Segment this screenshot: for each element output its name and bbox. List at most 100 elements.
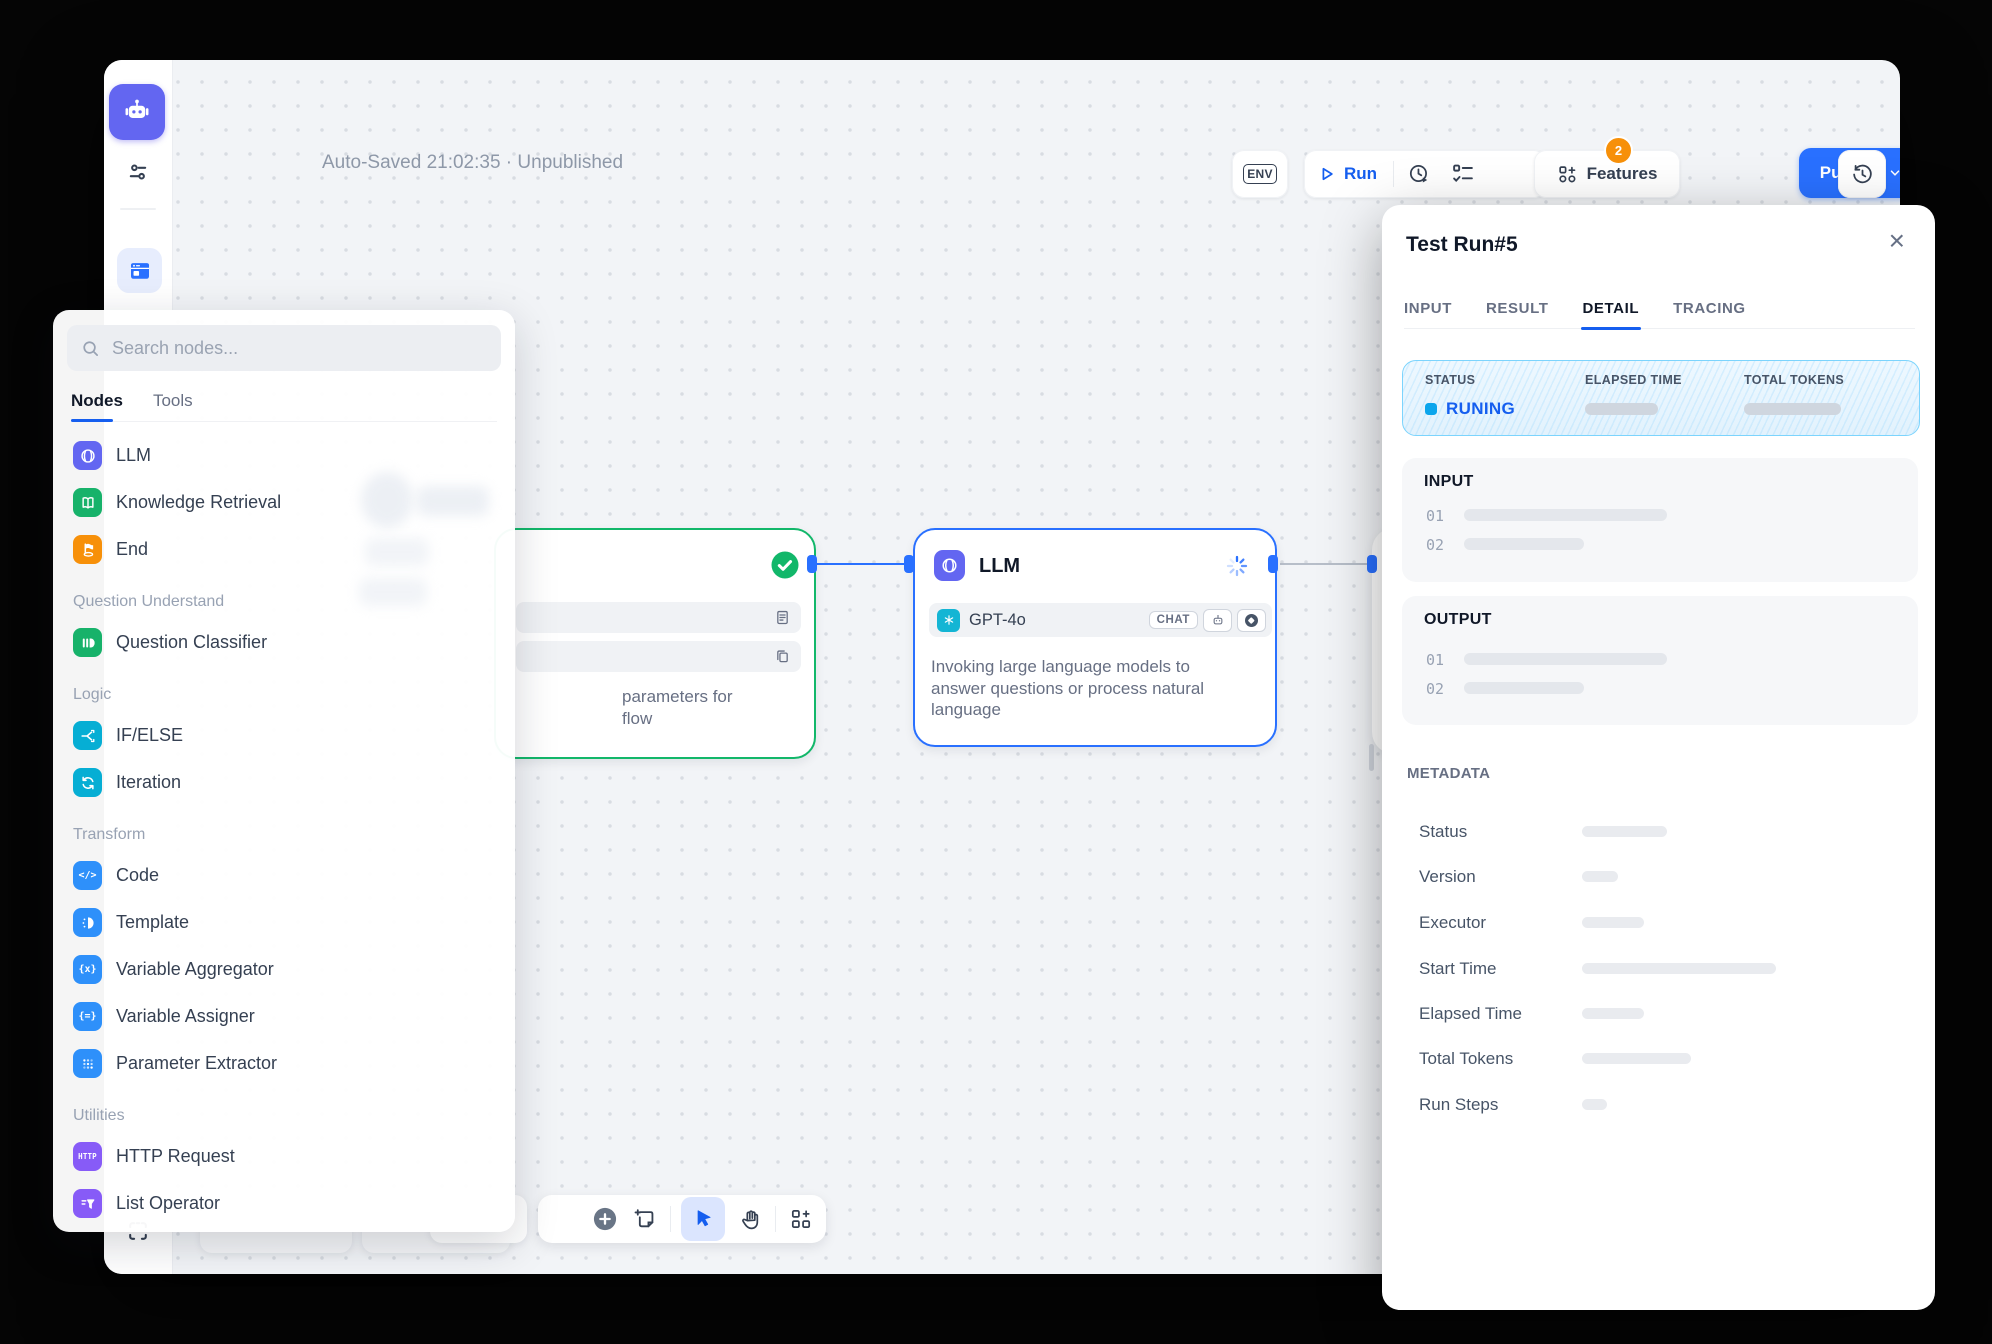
node-item-parameter-extractor[interactable]: Parameter Extractor <box>67 1040 501 1087</box>
test-run-tabs: INPUT RESULT DETAIL TRACING <box>1404 288 1915 329</box>
start-node-description: parameters for flow <box>622 686 802 729</box>
variable-assigner-icon: {=} <box>73 1002 102 1031</box>
llm-model-row[interactable]: GPT-4o CHAT <box>929 603 1272 637</box>
end-node-input-handle[interactable] <box>1367 555 1377 573</box>
env-icon: ENV <box>1243 164 1276 184</box>
tab-nodes[interactable]: Nodes <box>71 381 123 421</box>
hand-mode-button[interactable] <box>735 1204 765 1234</box>
add-note-button[interactable] <box>630 1204 660 1234</box>
start-node[interactable]: parameters for flow <box>494 528 816 759</box>
autosave-status: Auto-Saved 21:02:35 · Unpublished <box>322 152 623 174</box>
iteration-icon <box>73 768 102 797</box>
close-icon[interactable]: × <box>1889 227 1905 255</box>
metadata-row-label: Run Steps <box>1419 1095 1498 1115</box>
section-utilities: Utilities <box>73 1101 495 1131</box>
canvas-toolbar <box>538 1195 826 1243</box>
row-number: 02 <box>1426 680 1444 698</box>
add-node-button[interactable] <box>590 1204 620 1234</box>
organize-layout-icon <box>789 1207 813 1231</box>
metadata-skeleton <box>1582 1053 1691 1064</box>
question-classifier-icon <box>73 628 102 657</box>
llm-node[interactable]: LLM GPT-4o <box>913 528 1277 747</box>
sidebar-divider <box>120 208 156 210</box>
node-item-variable-assigner[interactable]: {=} Variable Assigner <box>67 993 501 1040</box>
node-item-question-classifier[interactable]: Question Classifier <box>67 619 501 666</box>
node-panel-tabs: Nodes Tools <box>71 381 497 422</box>
section-transform: Transform <box>73 820 495 850</box>
http-request-icon: HTTP <box>73 1142 102 1171</box>
node-item-knowledge-retrieval[interactable]: Knowledge Retrieval <box>67 479 501 526</box>
pointer-mode-button[interactable] <box>681 1197 725 1241</box>
output-title: OUTPUT <box>1424 611 1492 629</box>
start-node-field-row[interactable] <box>516 602 801 633</box>
status-label: STATUS <box>1425 373 1475 387</box>
play-icon <box>1318 165 1336 183</box>
run-history-button[interactable] <box>1407 162 1431 186</box>
metadata-skeleton <box>1582 826 1667 837</box>
knowledge-retrieval-icon <box>73 488 102 517</box>
test-run-title: Test Run#5 <box>1406 233 1518 257</box>
app-logo[interactable] <box>109 84 165 140</box>
node-item-code[interactable]: </> Code <box>67 852 501 899</box>
robot-model-icon <box>1203 609 1232 632</box>
version-history-button[interactable] <box>1838 150 1886 198</box>
tab-input[interactable]: INPUT <box>1404 288 1452 328</box>
tab-tools[interactable]: Tools <box>153 381 193 421</box>
sidebar-item-workflow[interactable] <box>117 248 162 293</box>
checklist-button[interactable] <box>1451 162 1475 186</box>
node-item-iteration[interactable]: Iteration <box>67 759 501 806</box>
run-button[interactable]: Run <box>1318 164 1377 184</box>
llm-node-description: Invoking large language models to answer… <box>931 656 1246 721</box>
chat-mode-badge: CHAT <box>1149 611 1198 629</box>
app-root: parameters for flow LLM <box>0 0 1992 1344</box>
panel-resize-handle[interactable] <box>1369 744 1374 771</box>
metadata-row-label: Total Tokens <box>1419 1049 1513 1069</box>
node-item-llm[interactable]: LLM <box>67 432 501 479</box>
metadata-skeleton <box>1582 1008 1644 1019</box>
input-title: INPUT <box>1424 473 1474 491</box>
chevron-down-icon <box>1888 166 1900 180</box>
input-row-skeleton <box>1464 538 1584 550</box>
node-item-variable-aggregator[interactable]: {x} Variable Aggregator <box>67 946 501 993</box>
elapsed-time-label: ELAPSED TIME <box>1585 373 1682 387</box>
document-icon <box>774 609 791 626</box>
gpt-4o-icon <box>937 609 960 632</box>
metadata-row-label: Start Time <box>1419 959 1496 979</box>
llm-node-input-handle[interactable] <box>904 555 914 573</box>
run-toolbar-group: Run <box>1304 150 1546 198</box>
metadata-skeleton <box>1582 917 1644 928</box>
metadata-row-label: Elapsed Time <box>1419 1004 1522 1024</box>
node-search <box>67 325 501 371</box>
node-item-list-operator[interactable]: List Operator <box>67 1180 501 1227</box>
node-item-http-request[interactable]: HTTP HTTP Request <box>67 1133 501 1180</box>
node-item-end[interactable]: End <box>67 526 501 573</box>
start-node-output-handle[interactable] <box>807 555 817 573</box>
node-item-template[interactable]: Template <box>67 899 501 946</box>
running-spinner-icon <box>1225 554 1249 578</box>
list-operator-icon <box>73 1189 102 1218</box>
tab-tracing[interactable]: TRACING <box>1673 288 1746 328</box>
section-question-understand: Question Understand <box>73 587 495 617</box>
section-logic: Logic <box>73 680 495 710</box>
metadata-row-label: Executor <box>1419 913 1486 933</box>
history-restore-icon <box>1851 163 1874 186</box>
tab-detail[interactable]: DETAIL <box>1583 288 1640 328</box>
node-picker-panel: Nodes Tools LLM <box>53 310 515 1232</box>
input-row-skeleton <box>1464 509 1667 521</box>
search-icon <box>81 339 100 358</box>
success-check-icon <box>770 550 800 580</box>
checklist-count-badge: 2 <box>1604 136 1633 165</box>
env-button[interactable]: ENV <box>1232 150 1288 198</box>
llm-node-title: LLM <box>979 555 1020 578</box>
search-input[interactable] <box>110 337 474 360</box>
preferences-sliders-icon[interactable] <box>104 160 172 184</box>
node-item-if-else[interactable]: IF/ELSE <box>67 712 501 759</box>
llm-node-output-handle[interactable] <box>1268 555 1278 573</box>
elapsed-time-skeleton <box>1585 403 1658 415</box>
auto-layout-button[interactable] <box>786 1204 816 1234</box>
output-row-skeleton <box>1464 653 1667 665</box>
tab-result[interactable]: RESULT <box>1486 288 1549 328</box>
note-plus-icon <box>633 1207 658 1232</box>
start-node-field-row[interactable] <box>516 641 801 672</box>
llm-icon <box>934 550 965 581</box>
